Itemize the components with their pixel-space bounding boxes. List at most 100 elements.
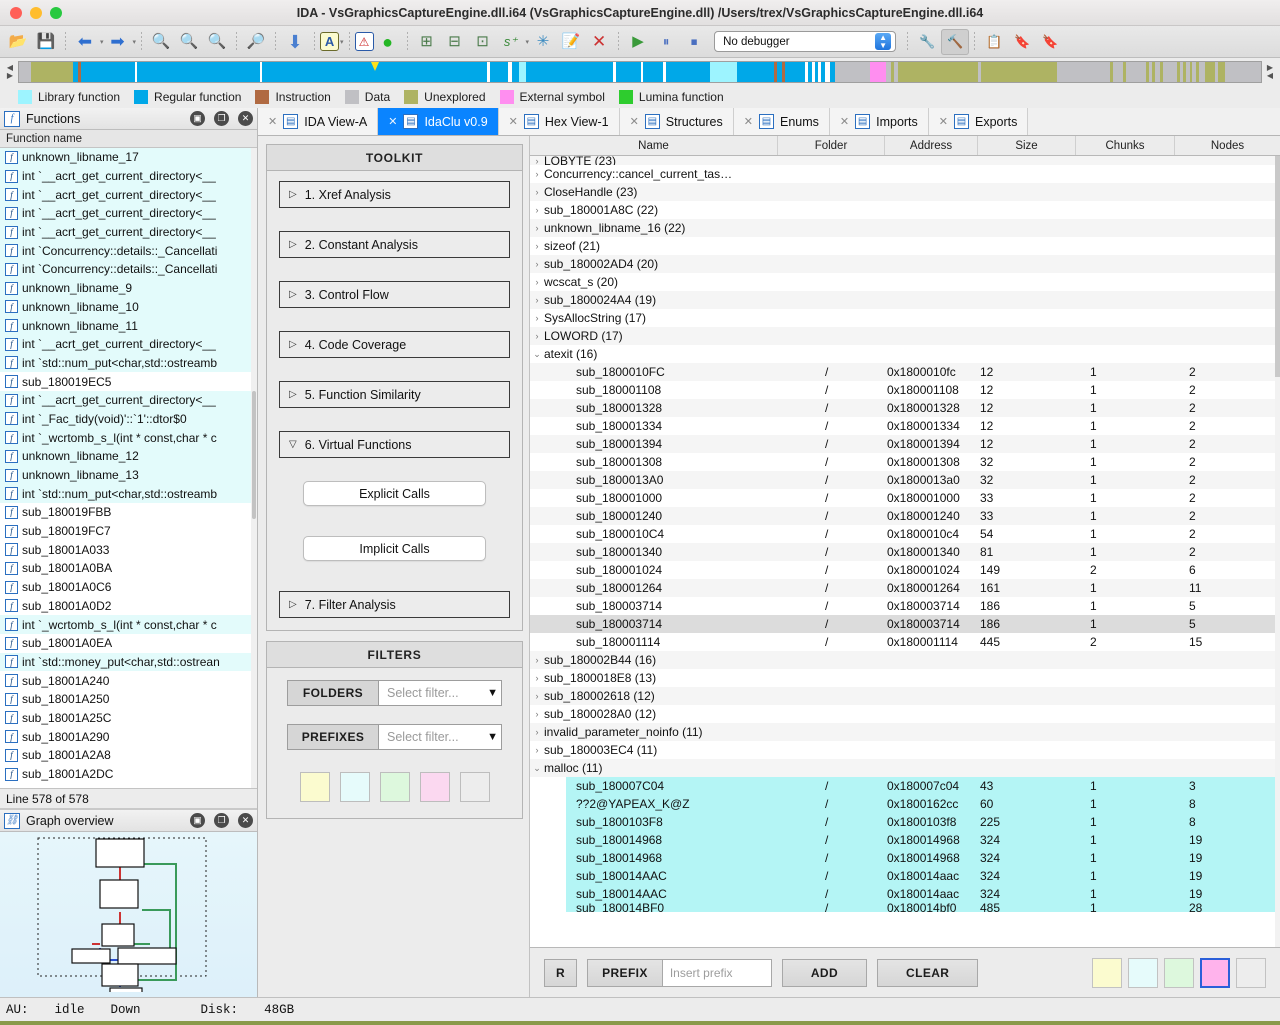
function-list-item[interactable]: fsub_18001A290 — [0, 727, 257, 746]
function-list-item[interactable]: fint `__acrt_get_current_directory<__ — [0, 185, 257, 204]
function-list-item[interactable]: fsub_18001A240 — [0, 671, 257, 690]
filter-swatch-3[interactable] — [420, 772, 450, 802]
table-row[interactable]: sub_180001308/0x1800013083212 — [530, 453, 1280, 471]
make-code-icon[interactable]: ⊞ — [413, 29, 441, 55]
accordion-1[interactable]: ▷1. Xref Analysis — [279, 181, 510, 208]
open-file-icon[interactable]: 📂 — [4, 29, 32, 55]
table-row[interactable]: sub_180001114/0x180001114445215 — [530, 633, 1280, 651]
function-list-item[interactable]: fint `Concurrency::details::_Cancellati — [0, 260, 257, 279]
chevron-right-icon[interactable]: › — [530, 331, 544, 341]
function-list-item[interactable]: fsub_18001A25C — [0, 709, 257, 728]
decompile-all-icon[interactable]: 🔨 — [941, 29, 969, 55]
results-scrollbar[interactable] — [1275, 156, 1280, 947]
tab-close-icon[interactable]: ✕ — [744, 115, 753, 128]
filter-label-prefixes[interactable]: PREFIXES — [287, 724, 379, 750]
accordion-7[interactable]: ▷7. Filter Analysis — [279, 591, 510, 618]
function-list-item[interactable]: fsub_18001A0D2 — [0, 597, 257, 616]
chevron-right-icon[interactable]: › — [530, 156, 544, 165]
table-group-row[interactable]: ⌄malloc (11) — [530, 759, 1280, 777]
prefix-color-swatch-1[interactable] — [1128, 958, 1158, 988]
main-toolbar[interactable]: 📂 💾 ⬅ ▾ ➡ ▾ 🔍 🔍 🔍 🔎 ⬇ A ▾ ⚠ ● ⊞ ⊟ ⊡ s⁺ ▾… — [0, 26, 1280, 58]
function-list-item[interactable]: funknown_libname_12 — [0, 447, 257, 466]
function-list-item[interactable]: fsub_180019EC5 — [0, 372, 257, 391]
table-row[interactable]: sub_180001024/0x18000102414926 — [530, 561, 1280, 579]
make-string-icon[interactable]: A — [320, 32, 339, 51]
close-icon[interactable]: ✕ — [238, 111, 253, 126]
table-row[interactable]: sub_1800010C4/0x1800010c45412 — [530, 525, 1280, 543]
tab-idaclu-v0-9[interactable]: ✕▤IdaClu v0.9 — [378, 108, 498, 135]
chevron-right-icon[interactable]: › — [530, 673, 544, 683]
function-list-item[interactable]: fint `__acrt_get_current_directory<__ — [0, 167, 257, 186]
table-row[interactable]: sub_180003714/0x18000371418615 — [530, 615, 1280, 633]
column-header-folder[interactable]: Folder — [778, 136, 885, 155]
chevron-right-icon[interactable]: › — [530, 295, 544, 305]
forward-dropdown-icon[interactable]: ▾ — [133, 38, 137, 46]
functions-column-header[interactable]: Function name — [0, 130, 257, 148]
search-text-icon[interactable]: 🔍 — [175, 29, 203, 55]
results-table-body[interactable]: ›LOBYTE (23)›Concurrency::cancel_current… — [530, 156, 1280, 947]
prefix-color-swatch-2[interactable] — [1164, 958, 1194, 988]
explicit-calls-button[interactable]: Explicit Calls — [303, 481, 486, 506]
column-header-name[interactable]: Name — [530, 136, 778, 155]
lumina-green-icon[interactable]: ● — [374, 29, 402, 55]
tab-enums[interactable]: ✕▤Enums — [734, 108, 830, 135]
run-icon[interactable]: ▶ — [624, 29, 652, 55]
prefix-label-button[interactable]: PREFIX — [587, 959, 662, 987]
function-list-item[interactable]: fint `_wcrtomb_s_l(int * const,char * c — [0, 615, 257, 634]
results-table-header[interactable]: NameFolderAddressSizeChunksNodes — [530, 136, 1280, 156]
table-group-row[interactable]: ›sub_180001A8C (22) — [530, 201, 1280, 219]
function-list-item[interactable]: fint `_Fac_tidy(void)'::`1'::dtor$0 — [0, 410, 257, 429]
table-row[interactable]: sub_1800103F8/0x1800103f822518 — [530, 813, 1280, 831]
function-list-item[interactable]: fint `__acrt_get_current_directory<__ — [0, 335, 257, 354]
filter-label-folders[interactable]: FOLDERS — [287, 680, 379, 706]
function-list-item[interactable]: fsub_180019FC7 — [0, 522, 257, 541]
prefix-color-swatch-3[interactable] — [1200, 958, 1230, 988]
function-list-item[interactable]: fint `Concurrency::details::_Cancellati — [0, 241, 257, 260]
save-icon[interactable]: 💾 — [32, 29, 60, 55]
prefix-color-swatch-0[interactable] — [1092, 958, 1122, 988]
accordion-6[interactable]: ▽6. Virtual Functions — [279, 431, 510, 458]
undefine-icon[interactable]: ✕ — [585, 29, 613, 55]
prefix-input[interactable]: Insert prefix — [662, 959, 772, 987]
tab-exports[interactable]: ✕▤Exports — [929, 108, 1029, 135]
function-list-item[interactable]: fsub_18001A0EA — [0, 634, 257, 653]
function-list-item[interactable]: funknown_libname_17 — [0, 148, 257, 167]
decompile-icon[interactable]: 🔧 — [913, 29, 941, 55]
clear-button[interactable]: CLEAR — [877, 959, 978, 987]
table-group-row[interactable]: ›invalid_parameter_noinfo (11) — [530, 723, 1280, 741]
float-icon[interactable]: ❐ — [214, 813, 229, 828]
nav-scroll-right-icon[interactable]: ▶◀ — [1262, 64, 1278, 80]
function-list-item[interactable]: fsub_180019FBB — [0, 503, 257, 522]
functions-scrollbar[interactable] — [251, 148, 257, 788]
close-window-button[interactable] — [10, 7, 22, 19]
download-icon[interactable]: ⬇ — [281, 29, 309, 55]
function-list-item[interactable]: fsub_18001A2A8 — [0, 746, 257, 765]
warning-icon[interactable]: ⚠ — [355, 32, 374, 51]
tab-close-icon[interactable]: ✕ — [840, 115, 849, 128]
back-arrow-icon[interactable]: ⬅ — [71, 29, 99, 55]
table-row[interactable]: sub_180014AAC/0x180014aac324119 — [530, 867, 1280, 885]
column-header-size[interactable]: Size — [978, 136, 1076, 155]
table-group-row[interactable]: ›wcscat_s (20) — [530, 273, 1280, 291]
del-bookmark-icon[interactable]: 🔖 — [1036, 29, 1064, 55]
back-dropdown-icon[interactable]: ▾ — [100, 38, 104, 46]
table-group-row[interactable]: ›sub_180002B44 (16) — [530, 651, 1280, 669]
debugger-select[interactable]: No debugger ▲▼ — [714, 31, 896, 52]
function-list-item[interactable]: funknown_libname_10 — [0, 298, 257, 317]
window-controls[interactable] — [0, 7, 62, 19]
function-list-item[interactable]: funknown_libname_9 — [0, 279, 257, 298]
close-icon[interactable]: ✕ — [238, 813, 253, 828]
tab-ida-view-a[interactable]: ✕▤IDA View-A — [258, 108, 378, 135]
results-scrollbar-thumb[interactable] — [1275, 156, 1280, 377]
tab-close-icon[interactable]: ✕ — [509, 115, 518, 128]
function-list-item[interactable]: fsub_18001A0BA — [0, 559, 257, 578]
make-struct-icon[interactable]: s⁺ — [497, 29, 525, 55]
table-row[interactable]: sub_180001108/0x1800011081212 — [530, 381, 1280, 399]
table-row[interactable]: sub_180001394/0x1800013941212 — [530, 435, 1280, 453]
tab-hex-view-1[interactable]: ✕▤Hex View-1 — [499, 108, 620, 135]
table-group-row[interactable]: ›sub_1800024A4 (19) — [530, 291, 1280, 309]
edit-function-icon[interactable]: 📝 — [557, 29, 585, 55]
chevron-right-icon[interactable]: › — [530, 655, 544, 665]
function-list-item[interactable]: fsub_18001A250 — [0, 690, 257, 709]
function-list-item[interactable]: fint `std::money_put<char,std::ostrean — [0, 653, 257, 672]
